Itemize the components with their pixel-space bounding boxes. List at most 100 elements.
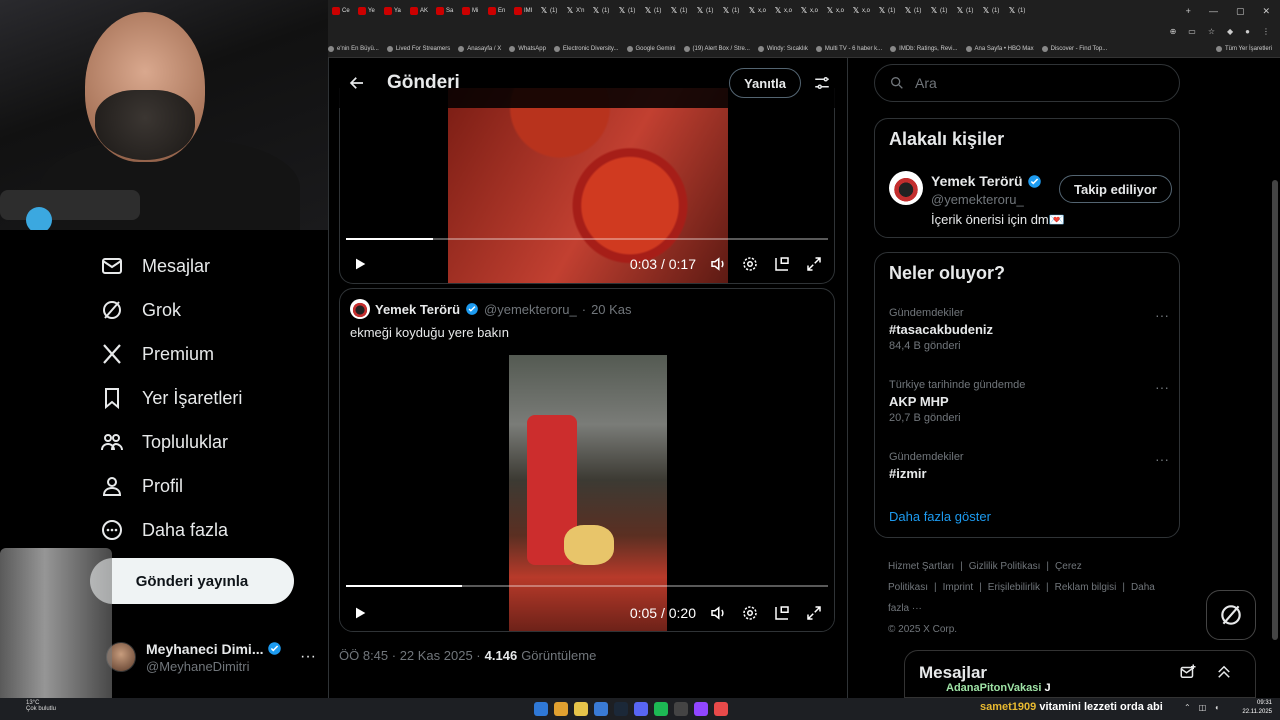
minimize-icon[interactable]: — xyxy=(1209,6,1218,17)
browser-tab[interactable]: Ya xyxy=(380,0,406,22)
browser-tab[interactable]: Ce xyxy=(328,0,354,22)
nav-profile[interactable]: Profil xyxy=(100,474,183,498)
footer-link[interactable]: Erişilebilirlik xyxy=(988,582,1040,593)
picture-in-picture-icon[interactable] xyxy=(772,603,792,623)
trend-item[interactable]: Türkiye tarihinde gündemde AKP MHP 20,7 … xyxy=(889,379,1169,424)
trend-item[interactable]: Gündemdekiler #tasacakbudeniz 84,4 B gön… xyxy=(889,307,1169,352)
new-message-icon[interactable] xyxy=(1179,663,1197,681)
quoted-author[interactable]: Yemek Terörü xyxy=(375,302,460,317)
browser-tab[interactable]: 𝕏 (1) xyxy=(588,0,614,22)
bookmark-item[interactable]: Anasayfa / X xyxy=(458,45,501,52)
close-window-icon[interactable]: ✕ xyxy=(1262,6,1270,17)
bookmark-item[interactable]: e'nin En Büyü... xyxy=(328,45,379,52)
add-tab-icon[interactable]: + xyxy=(1186,6,1191,17)
nav-messages[interactable]: Mesajlar xyxy=(100,254,210,278)
main-video-player[interactable]: 0:03 / 0:17 xyxy=(339,88,835,284)
related-name[interactable]: Yemek Terörü xyxy=(931,173,1042,189)
browser-tab[interactable]: Mi xyxy=(458,0,484,22)
obs-icon[interactable] xyxy=(694,702,708,716)
settings-gear-icon[interactable] xyxy=(740,254,760,274)
post-button[interactable]: Gönderi yayınla xyxy=(90,558,294,604)
bookmark-item[interactable]: Electronic Diversity... xyxy=(553,45,619,52)
reply-button[interactable]: Yanıtla xyxy=(729,68,801,98)
account-switcher[interactable]: Meyhaneci Dimi... @MeyhaneDimitri ··· xyxy=(106,632,316,682)
browser-tab[interactable]: AK xyxy=(406,0,432,22)
account-more-icon[interactable]: ··· xyxy=(300,648,316,666)
browser-tab[interactable]: 𝕏x,o xyxy=(848,0,874,22)
profile-icon[interactable]: ● xyxy=(1245,27,1250,36)
related-avatar[interactable] xyxy=(889,171,923,205)
browser-tab[interactable]: 𝕏 (1) xyxy=(640,0,666,22)
system-clock[interactable]: 09:31 22.11.2025 xyxy=(1242,699,1272,717)
following-button[interactable]: Takip ediliyor xyxy=(1059,175,1172,203)
page-scrollbar[interactable] xyxy=(1272,60,1278,700)
bookmark-item[interactable]: Discover - Find Top... xyxy=(1041,45,1107,52)
extension-icon[interactable]: ◆ xyxy=(1227,27,1233,36)
scrollbar-thumb[interactable] xyxy=(1272,180,1278,640)
quoted-date[interactable]: 20 Kas xyxy=(591,302,631,317)
footer-link[interactable]: Reklam bilgisi xyxy=(1055,582,1117,593)
start-icon[interactable] xyxy=(534,702,548,716)
browser-tab[interactable]: 𝕏 (1) xyxy=(536,0,562,22)
browser-tab[interactable]: 𝕏 (1) xyxy=(952,0,978,22)
expand-up-icon[interactable] xyxy=(1215,663,1233,681)
trend-more-icon[interactable]: ··· xyxy=(1155,451,1169,467)
menu-icon[interactable]: ⋮ xyxy=(1262,27,1270,36)
video-progress-bar[interactable] xyxy=(346,585,828,587)
app-icon[interactable] xyxy=(674,702,688,716)
bookmark-item[interactable]: (19) Alert Box / Stre... xyxy=(683,45,750,52)
browser-tab[interactable]: 𝕏 X'n xyxy=(562,0,588,22)
play-icon[interactable] xyxy=(352,605,368,621)
post-timestamp[interactable]: ÖÖ 8:45 · 22 Kas 2025 · xyxy=(339,648,481,663)
trend-item[interactable]: Gündemdekiler #izmir ··· xyxy=(889,451,1169,481)
browser-tab[interactable]: 𝕏x,o xyxy=(744,0,770,22)
footer-link[interactable]: Imprint xyxy=(943,582,974,593)
back-button[interactable] xyxy=(339,65,375,101)
volume-icon[interactable]: ◖ xyxy=(1214,703,1219,712)
quoted-avatar[interactable] xyxy=(350,299,370,319)
browser-tab[interactable]: 𝕏 (1) xyxy=(614,0,640,22)
video-progress-bar[interactable] xyxy=(346,238,828,240)
discord-icon[interactable] xyxy=(634,702,648,716)
star-icon[interactable]: ☆ xyxy=(1208,27,1215,36)
bookmark-item[interactable]: IMDb: Ratings, Revi... xyxy=(890,45,958,52)
quoted-video-player[interactable]: 0:05 / 0:20 xyxy=(340,355,834,631)
quoted-handle[interactable]: @yemekteroru_ xyxy=(484,302,577,317)
picture-in-picture-icon[interactable] xyxy=(772,254,792,274)
chrome-icon[interactable] xyxy=(554,702,568,716)
footer-link[interactable]: Gizlilik Politikası xyxy=(969,561,1041,572)
browser-tab[interactable]: Ye xyxy=(354,0,380,22)
nav-premium[interactable]: Premium xyxy=(100,342,214,366)
bookmark-item[interactable]: Lived For Streamers xyxy=(386,45,450,52)
bookmark-item[interactable]: Google Gemini xyxy=(626,45,676,52)
bookmark-item[interactable]: Ana Sayfa • HBO Max xyxy=(965,45,1034,52)
bookmark-item[interactable]: Multi TV - 6 haber k... xyxy=(815,45,882,52)
app-icon[interactable] xyxy=(714,702,728,716)
spotify-icon[interactable] xyxy=(654,702,668,716)
fullscreen-icon[interactable] xyxy=(804,254,824,274)
quoted-post[interactable]: Yemek Terörü @yemekteroru_ · 20 Kas ekme… xyxy=(339,288,835,632)
trend-more-icon[interactable]: ··· xyxy=(1155,307,1169,323)
all-bookmarks[interactable]: Tüm Yer İşaretleri xyxy=(1215,45,1280,52)
browser-tab[interactable]: 𝕏x,o xyxy=(796,0,822,22)
browser-tab[interactable]: 𝕏 (1) xyxy=(978,0,1004,22)
maximize-icon[interactable]: ▢ xyxy=(1236,6,1245,17)
settings-gear-icon[interactable] xyxy=(740,603,760,623)
browser-tab[interactable]: 𝕏 (1) xyxy=(926,0,952,22)
browser-tab[interactable]: 𝕏 (1) xyxy=(900,0,926,22)
steam-icon[interactable] xyxy=(614,702,628,716)
grok-button[interactable] xyxy=(1206,590,1256,640)
sliders-icon[interactable] xyxy=(813,74,831,92)
folder-icon[interactable] xyxy=(574,702,588,716)
browser-tab[interactable]: 𝕏 (1) xyxy=(874,0,900,22)
volume-icon[interactable] xyxy=(708,603,728,623)
browser-tab[interactable]: 𝕏x,o xyxy=(822,0,848,22)
volume-icon[interactable] xyxy=(708,254,728,274)
nav-communities[interactable]: Topluluklar xyxy=(100,430,228,454)
chevron-up-icon[interactable]: ⌃ xyxy=(1184,703,1191,712)
bookmark-item[interactable]: WhatsApp xyxy=(509,45,546,52)
play-icon[interactable] xyxy=(352,256,368,272)
nav-more[interactable]: Daha fazla xyxy=(100,518,228,542)
show-more-link[interactable]: Daha fazla göster xyxy=(889,509,991,524)
related-handle[interactable]: @yemekteroru_ xyxy=(931,192,1024,207)
